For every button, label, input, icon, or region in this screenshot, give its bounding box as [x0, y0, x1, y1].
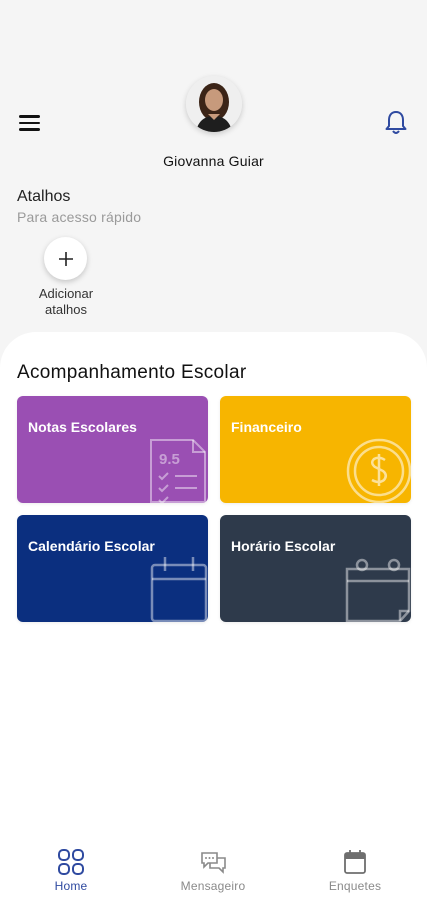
card-horario-escolar[interactable]: Horário Escolar: [220, 515, 411, 622]
user-name: Giovanna Guiar: [163, 153, 264, 169]
bottom-nav: Home Mensageiro Enquetes: [0, 842, 427, 900]
chat-bubbles-icon: [201, 852, 226, 874]
card-label: Financeiro: [231, 419, 302, 435]
grade-text: 9.5: [159, 451, 180, 468]
add-shortcut-label: Adicionar atalhos: [38, 286, 94, 317]
nav-label: Mensageiro: [180, 879, 246, 893]
card-financeiro[interactable]: Financeiro: [220, 396, 411, 503]
avatar[interactable]: [186, 76, 242, 132]
nav-label: Enquetes: [328, 879, 382, 893]
schedule-icon: [345, 558, 411, 622]
header: Giovanna Guiar Atalhos Para acesso rápid…: [0, 0, 427, 330]
shortcuts-subtitle: Para acesso rápido: [17, 209, 142, 225]
add-shortcut-button[interactable]: [44, 237, 87, 280]
nav-enquetes[interactable]: Enquetes: [305, 848, 405, 898]
nav-mensageiro[interactable]: Mensageiro: [163, 848, 263, 898]
report-card-icon: 9.5: [150, 439, 206, 503]
calendar-icon: [344, 850, 366, 874]
card-label: Notas Escolares: [28, 419, 137, 435]
calendar-icon: [150, 557, 208, 622]
card-label: Calendário Escolar: [28, 538, 155, 554]
menu-icon[interactable]: [19, 112, 43, 134]
nav-label: Home: [54, 879, 88, 893]
shortcuts-title: Atalhos: [17, 188, 71, 205]
nav-home[interactable]: Home: [21, 848, 121, 898]
home-grid-icon: [58, 849, 84, 875]
plus-icon: [58, 251, 73, 266]
card-label: Horário Escolar: [231, 538, 336, 554]
notification-bell-icon[interactable]: [384, 110, 408, 136]
section-title: Acompanhamento Escolar: [17, 362, 247, 383]
dollar-coin-icon: [346, 438, 411, 503]
card-notas-escolares[interactable]: Notas Escolares 9.5: [17, 396, 208, 503]
card-calendario-escolar[interactable]: Calendário Escolar: [17, 515, 208, 622]
